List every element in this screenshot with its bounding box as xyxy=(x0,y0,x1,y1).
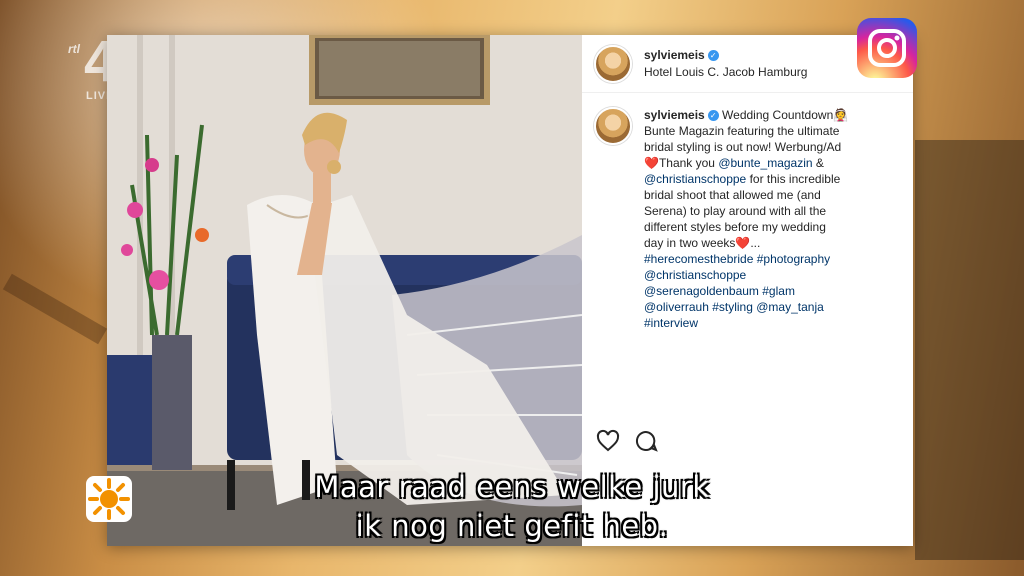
post-actions xyxy=(596,429,658,453)
hashtag-link[interactable]: #interview xyxy=(644,316,698,330)
location[interactable]: Hotel Louis C. Jacob Hamburg xyxy=(644,64,807,81)
caption-line: bridal shoot that allowed me (and xyxy=(644,188,821,202)
hashtag-link[interactable]: @serenagoldenbaum #glam xyxy=(644,284,795,298)
mention-link[interactable]: @bunte_magazin xyxy=(718,156,812,170)
verified-icon: ✓ xyxy=(707,110,719,122)
hashtag-link[interactable]: #herecomesthebride #photography xyxy=(644,252,830,266)
caption-line: bridal styling is out now! Werbung/Ad xyxy=(644,140,842,154)
hashtag-link[interactable]: @christianschoppe xyxy=(644,268,746,282)
caption-line: day in two weeks❤️... xyxy=(644,236,761,250)
caption-line: & xyxy=(812,156,824,170)
caption-line: Bunte Magazin featuring the ultimate xyxy=(644,124,840,138)
caption-line: different styles before my wedding xyxy=(644,220,826,234)
instagram-logo-icon xyxy=(857,18,917,78)
caption-line: ❤️Thank you xyxy=(644,156,719,170)
caption-line: Wedding Countdown👰 xyxy=(718,108,849,122)
subtitle-line-1: Maar raad eens welke jurk xyxy=(314,470,710,504)
mention-link[interactable]: @christianschoppe xyxy=(644,172,746,186)
caption-block: sylviemeis ✓ Wedding Countdown👰 Bunte Mag… xyxy=(594,107,904,331)
channel-brand: rtl xyxy=(68,42,80,56)
comment-icon[interactable] xyxy=(634,429,658,453)
heart-icon[interactable] xyxy=(596,429,620,453)
header-text: sylviemeis ✓ Hotel Louis C. Jacob Hamburg xyxy=(644,47,807,81)
post-header: sylviemeis ✓ Hotel Louis C. Jacob Hamburg xyxy=(594,41,807,87)
subtitle-line-2: ik nog niet gefit heb. xyxy=(355,509,669,543)
caption-username[interactable]: sylviemeis xyxy=(644,108,705,122)
caption-avatar[interactable] xyxy=(594,107,632,145)
caption-line: Serena) to play around with all the xyxy=(644,204,827,218)
caption-text: sylviemeis ✓ Wedding Countdown👰 Bunte Mag… xyxy=(644,107,848,331)
header-divider xyxy=(582,92,913,93)
hashtag-link[interactable]: @oliverrauh #styling @may_tanja xyxy=(644,300,824,314)
avatar[interactable] xyxy=(594,45,632,83)
verified-icon: ✓ xyxy=(707,50,719,62)
header-username[interactable]: sylviemeis xyxy=(644,48,705,62)
caption-line: for this incredible xyxy=(746,172,841,186)
